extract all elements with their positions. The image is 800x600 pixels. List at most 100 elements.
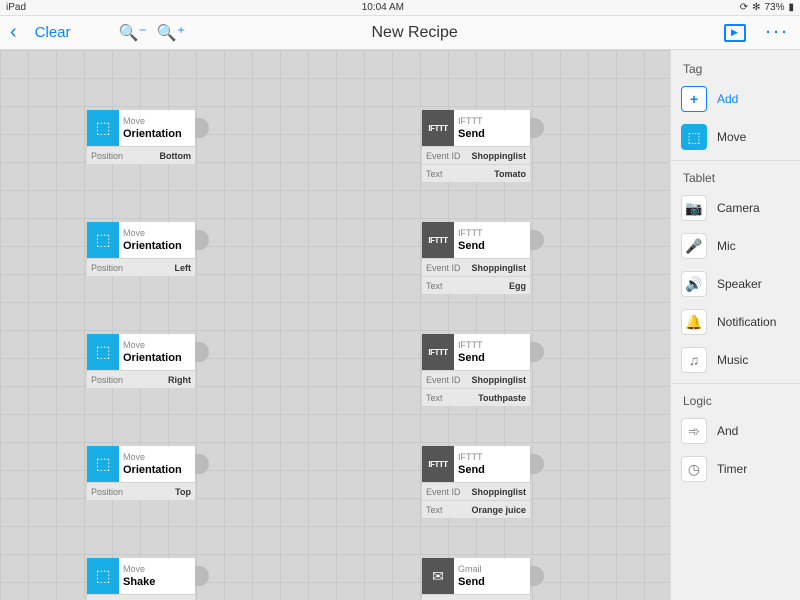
block-header[interactable]: IFTTT IFTTT Send — [422, 334, 530, 370]
param-value: Shoppinglist — [472, 487, 527, 497]
block-param[interactable]: PositionLeft — [87, 258, 195, 276]
param-value: Tomato — [494, 169, 526, 179]
param-key: Text — [426, 393, 443, 403]
block-icon: ⬚ — [87, 446, 119, 482]
block-param[interactable]: Event ID Shoppinglist — [422, 482, 530, 500]
plus-icon: + — [681, 86, 707, 112]
status-right: ⟳ ✻ 73% ▮ — [740, 2, 794, 13]
sidebar-mic[interactable]: 🎤Mic — [671, 227, 800, 265]
recipe-block[interactable]: ✉ Gmail Send Toprowarrior1990@gm...Subje… — [422, 558, 530, 600]
param-key: Event ID — [426, 263, 461, 273]
param-key: Text — [426, 505, 443, 515]
sidebar-and[interactable]: ➾And — [671, 412, 800, 450]
block-param[interactable]: Toprowarrior1990@gm... — [422, 594, 530, 600]
canvas[interactable]: ⬚ Move Orientation PositionBottom ⬚ Move… — [0, 50, 670, 600]
sidebar-music[interactable]: ♫Music — [671, 341, 800, 379]
connector[interactable] — [195, 454, 209, 474]
block-icon: IFTTT — [422, 446, 454, 482]
connector[interactable] — [530, 342, 544, 362]
recipe-block[interactable]: ⬚ Move Orientation PositionRight — [87, 334, 195, 388]
block-subtitle: Move — [123, 451, 191, 463]
bluetooth-icon: ✻ — [752, 2, 760, 13]
connector[interactable] — [195, 118, 209, 138]
zoom-in-icon[interactable]: 🔍⁺ — [157, 23, 185, 43]
block-param[interactable]: Text Tomato — [422, 164, 530, 182]
connector[interactable] — [530, 118, 544, 138]
block-header[interactable]: IFTTT IFTTT Send — [422, 222, 530, 258]
block-param[interactable]: PositionRight — [87, 370, 195, 388]
sidebar-camera[interactable]: 📷Camera — [671, 189, 800, 227]
connector[interactable] — [530, 566, 544, 586]
navbar: ‹ Clear 🔍⁻ 🔍⁺ New Recipe ··· — [0, 16, 800, 50]
battery-label: 73% — [764, 2, 784, 13]
connector[interactable] — [195, 342, 209, 362]
block-param[interactable]: PositionTop — [87, 482, 195, 500]
param-key: Position — [91, 375, 123, 385]
block-header[interactable]: ⬚ Move Shake — [87, 558, 195, 594]
block-subtitle: IFTTT — [458, 451, 526, 463]
move-icon: ⬚ — [681, 124, 707, 150]
clear-button[interactable]: Clear — [35, 24, 71, 41]
sidebar-move-label: Move — [717, 130, 746, 144]
block-icon: ⬚ — [87, 222, 119, 258]
more-button[interactable]: ··· — [766, 24, 790, 41]
block-param[interactable]: Event IDShoppinglist — [422, 146, 530, 164]
param-key: Position — [91, 263, 123, 273]
block-title: Orientation — [123, 351, 191, 365]
sidebar-item-label: Music — [717, 353, 748, 367]
block-subtitle: IFTTT — [458, 339, 526, 351]
block-param[interactable]: Event IDShoppinglist — [422, 370, 530, 388]
param-key: Text — [426, 169, 443, 179]
block-param[interactable]: PositionBottom — [87, 146, 195, 164]
sidebar-add[interactable]: + Add — [671, 80, 800, 118]
block-header[interactable]: IFTTT IFTTT Send — [422, 446, 530, 482]
param-value: Egg — [509, 281, 526, 291]
back-button[interactable]: ‹ — [10, 21, 17, 44]
recipe-block[interactable]: IFTTT IFTTT Send Event ID Shoppinglist Tex… — [422, 446, 530, 518]
sidebar-item-label: Camera — [717, 201, 760, 215]
block-title: Send — [458, 351, 526, 365]
block-param[interactable]: Event IDShoppinglist — [422, 258, 530, 276]
connector[interactable] — [530, 230, 544, 250]
connector[interactable] — [195, 566, 209, 586]
block-param[interactable]: Sensitivity40-100 — [87, 594, 195, 600]
param-value: Top — [175, 487, 191, 497]
block-header[interactable]: ⬚ Move Orientation — [87, 222, 195, 258]
block-param[interactable]: TextEgg — [422, 276, 530, 294]
recipe-block[interactable]: IFTTT IFTTT Send Event IDShoppinglistTex… — [422, 334, 530, 406]
recipe-block[interactable]: IFTTT IFTTT Send Event IDShoppinglistTex… — [422, 222, 530, 294]
timer-icon: ◷ — [681, 456, 707, 482]
recipe-block[interactable]: ⬚ Move Orientation PositionTop — [87, 446, 195, 500]
battery-icon: ▮ — [788, 2, 794, 13]
block-subtitle: Move — [123, 227, 191, 239]
param-value: Shoppinglist — [472, 151, 527, 161]
connector[interactable] — [195, 230, 209, 250]
recipe-block[interactable]: ⬚ Move Orientation PositionLeft — [87, 222, 195, 276]
block-header[interactable]: ⬚ Move Orientation — [87, 446, 195, 482]
block-subtitle: Move — [123, 563, 191, 575]
block-header[interactable]: IFTTT IFTTT Send — [422, 110, 530, 146]
param-key: Event ID — [426, 375, 461, 385]
block-param[interactable]: TextTouthpaste — [422, 388, 530, 406]
sidebar-speaker[interactable]: 🔊Speaker — [671, 265, 800, 303]
block-title: Shake — [123, 575, 191, 589]
block-param[interactable]: TextOrange juice — [422, 500, 530, 518]
device-label: iPad — [6, 2, 26, 13]
block-title: Send — [458, 575, 526, 589]
block-icon: IFTTT — [422, 222, 454, 258]
block-header[interactable]: ⬚ Move Orientation — [87, 334, 195, 370]
speaker-icon: 🔊 — [681, 271, 707, 297]
sidebar-notification[interactable]: 🔔Notification — [671, 303, 800, 341]
block-header[interactable]: ✉ Gmail Send — [422, 558, 530, 594]
recipe-block[interactable]: ⬚ Move Shake Sensitivity40-100Interval (… — [87, 558, 195, 600]
connector[interactable] — [530, 454, 544, 474]
sidebar-item-label: Notification — [717, 315, 776, 329]
param-key: Event ID — [426, 487, 461, 497]
zoom-out-icon[interactable]: 🔍⁻ — [119, 23, 147, 43]
recipe-block[interactable]: ⬚ Move Orientation PositionBottom — [87, 110, 195, 164]
recipe-block[interactable]: IFTTT IFTTT Send Event IDShoppinglistTex… — [422, 110, 530, 182]
block-header[interactable]: ⬚ Move Orientation — [87, 110, 195, 146]
sidebar-move[interactable]: ⬚ Move — [671, 118, 800, 156]
sidebar-timer[interactable]: ◷Timer — [671, 450, 800, 488]
export-button[interactable] — [724, 24, 746, 42]
